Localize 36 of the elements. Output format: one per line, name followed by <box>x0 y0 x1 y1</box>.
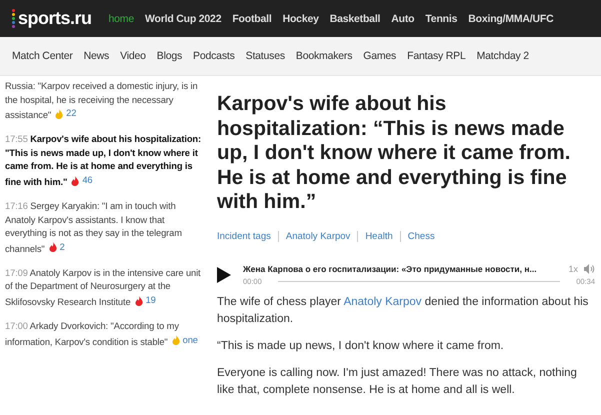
subnav-link[interactable]: Games <box>363 50 396 62</box>
tag-link[interactable]: Chess <box>400 230 442 242</box>
nav-link[interactable]: Basketball <box>330 12 380 24</box>
article-paragraph: The wife of chess player Anatoly Karpov denied the information about his hospitalization. <box>217 294 590 326</box>
play-icon[interactable] <box>217 266 231 282</box>
tag-link[interactable]: Health <box>357 230 400 242</box>
news-item[interactable]: Russia: "Karpov received a domestic injury, is in the hospital, he is receiving the necessary assistance" 22 <box>5 80 205 122</box>
nav-link[interactable]: home <box>108 12 134 24</box>
nav-link[interactable]: Auto <box>391 12 414 24</box>
audio-title: Жена Карпова о его госпитализации: «Это придуманные новости, н... <box>243 264 537 274</box>
subnav-link[interactable]: News <box>84 50 110 62</box>
news-item[interactable]: 17:16 Sergey Karyakin: "I am in touch with Anatoly Karpov's assistants. I know that everything is not as they say in the telegram channels" 2 <box>5 200 205 256</box>
subnav-link[interactable]: Match Center <box>12 50 73 62</box>
nav-link[interactable]: Tennis <box>425 12 458 24</box>
nav-link[interactable]: Boxing/MMA/UFC <box>468 12 554 24</box>
nav-link[interactable]: World Cup 2022 <box>144 12 222 24</box>
article-paragraph: Everyone is calling now. I'm just amazed! There was no attack, nothing like that, complete nonsense. He is at home and all is well. <box>217 366 578 398</box>
article-headline: Karpov's wife about his hospitalization: “This is news made up, I don't know where it came from. He is at home and everything is fine with him.” <box>217 92 572 214</box>
news-item[interactable]: 17:55 Karpov's wife about his hospitalization: "This is news made up, I don't know where it came from. He is at home and everything is fine with him." 46 <box>5 133 205 189</box>
news-item[interactable]: 17:00 Arkady Dvorkovich: "According to my information, Karpov's condition is stable" one <box>5 320 205 349</box>
subnav-link[interactable]: Video <box>120 50 146 62</box>
subnav-link[interactable]: Blogs <box>156 50 182 62</box>
subnav-link[interactable]: Matchday 2 <box>476 50 529 62</box>
tag-link[interactable]: Incident tags <box>217 230 278 242</box>
subnav-link[interactable]: Statuses <box>246 50 285 62</box>
person-link[interactable]: Anatoly Karpov <box>344 296 422 308</box>
subnav-link[interactable]: Bookmakers <box>296 50 352 62</box>
speaker-icon[interactable] <box>584 264 595 274</box>
subnav-link[interactable]: Fantasy RPL <box>407 50 466 62</box>
article-paragraph: “This is made up news, I don't know where it came from. <box>217 338 505 354</box>
subnav-link[interactable]: Podcasts <box>193 50 235 62</box>
tag-link[interactable]: Anatoly Karpov <box>278 230 358 242</box>
nav-link[interactable]: Hockey <box>282 12 319 24</box>
site-logo[interactable]: sports.ru <box>12 8 92 29</box>
news-item[interactable]: 17:09 Anatoly Karpov is in the intensive care unit of the Department of Neurosurgery at the Sklifosovsky Research Institute 19 <box>5 266 205 309</box>
nav-link[interactable]: Football <box>232 12 272 24</box>
